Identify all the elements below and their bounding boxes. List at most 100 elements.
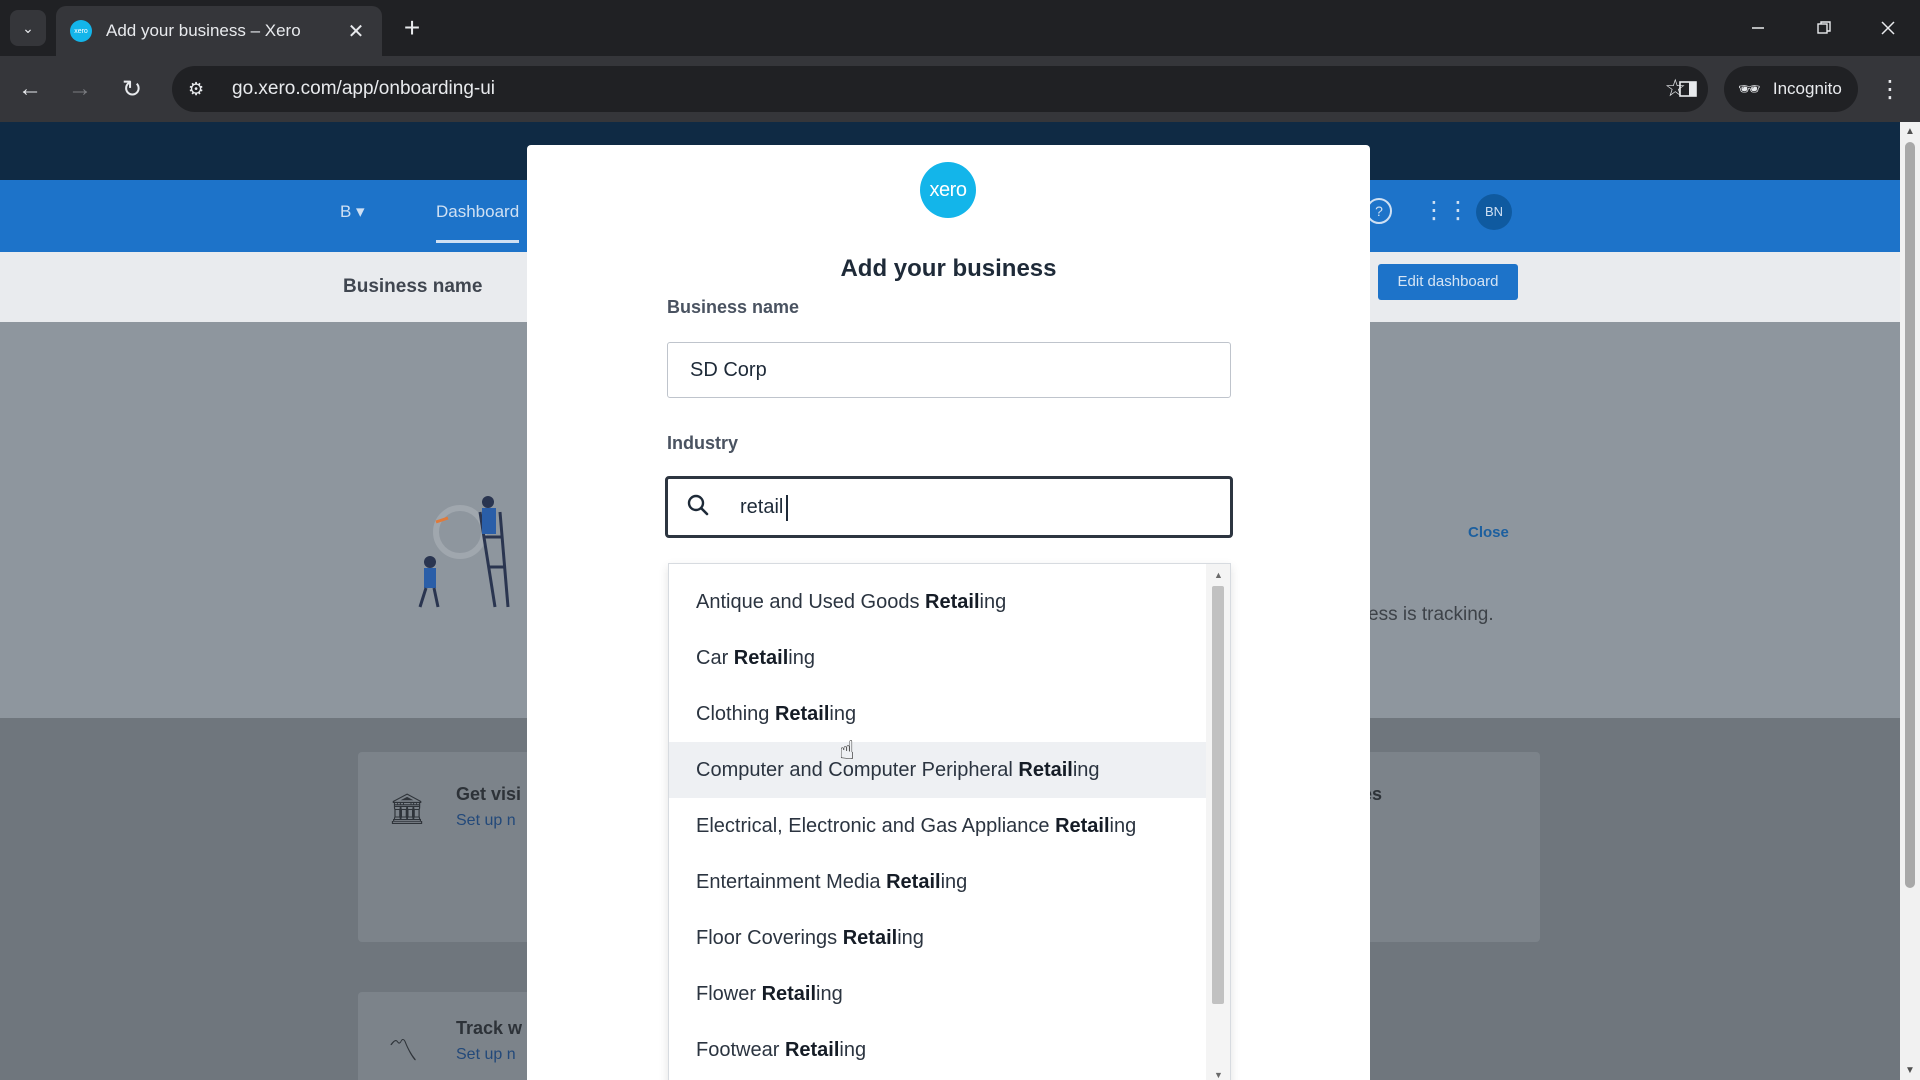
industry-search-field[interactable] [665,476,1233,538]
minimize-window-icon[interactable] [1736,8,1780,48]
more-vertical-icon: ⋮ [1878,75,1902,103]
industry-option-match: Retail [761,982,817,1005]
banner-text: ess is tracking. [1368,604,1494,625]
url-text: go.xero.com/app/onboarding-ui [232,78,496,99]
dropdown-scroll-down-icon[interactable]: ▼ [1214,1070,1223,1080]
industry-option[interactable]: Antique and Used Goods Retail ing [669,574,1207,630]
business-name-heading: Business name [343,276,483,297]
xero-favicon-icon: xero [70,20,92,42]
search-icon [668,494,728,521]
track-card-title: Track w [456,1018,523,1038]
industry-option-suffix: ing [839,1038,867,1061]
mouse-pointer-hand-icon: ☝ [839,735,855,765]
org-switcher[interactable]: B ▾ [340,202,365,222]
industry-option-suffix: ing [1109,814,1137,837]
address-bar[interactable]: ⚙ go.xero.com/app/onboarding-ui ☆ [172,66,1708,112]
scroll-down-icon[interactable]: ▼ [1905,1065,1915,1076]
industry-option-prefix: Electrical, Electronic and Gas Appliance [696,814,1056,837]
page-scrollbar[interactable]: ▲ ▼ [1900,122,1920,1080]
industry-option-match: Retail [774,702,830,725]
industry-option[interactable]: Flower Retail ing [669,966,1207,1022]
industry-search-input[interactable] [728,479,1230,535]
browser-tab-active[interactable]: xero Add your business – Xero ✕ [56,6,382,56]
arrow-right-icon: → [68,75,92,102]
industry-option-prefix: Entertainment Media [696,870,887,893]
industry-option-prefix: Footwear [696,1038,785,1061]
industry-option[interactable]: Car Retail ing [669,630,1207,686]
bank-card-title: Get visi [456,784,522,804]
industry-option-suffix: ing [1072,758,1100,781]
industry-option-match: Retail [842,926,898,949]
industry-option-prefix: Flower [696,982,762,1005]
close-window-icon[interactable] [1866,8,1910,48]
side-panel-icon [1679,81,1697,97]
incognito-label: Incognito [1772,79,1842,98]
page-viewport: B ▾ Dashboard ? ⋮⋮⋮ BN Business name Edi… [0,122,1920,1080]
bank-icon: 🏛 [388,793,427,826]
page-scrollbar-thumb[interactable] [1905,142,1915,888]
new-tab-button[interactable]: + [396,12,428,44]
browser-tab-bar: ⌄ xero Add your business – Xero ✕ + [0,0,1920,56]
back-button[interactable]: ← [10,69,50,109]
industry-option-suffix: ing [788,646,815,669]
dropdown-scrollbar-thumb[interactable] [1212,586,1224,1004]
site-info-icon[interactable]: ⚙ [188,79,218,100]
industry-option-prefix: Clothing [696,702,775,725]
browser-toolbar: ← → ↻ ⚙ go.xero.com/app/onboarding-ui ☆ … [0,56,1920,122]
business-name-label: Business name [667,297,800,317]
tab-search-button[interactable]: ⌄ [10,10,46,46]
business-name-input[interactable] [667,342,1231,398]
bank-card-link[interactable]: Set up n [456,812,516,830]
track-card-link[interactable]: Set up n [456,1046,516,1064]
edit-dashboard-button[interactable]: Edit dashboard [1378,264,1518,300]
industry-option-match: Retail [733,646,789,669]
industry-option-match: Retail [925,590,980,613]
industry-dropdown-list[interactable]: Antique and Used Goods Retail ing Car Reta… [668,563,1231,1080]
add-business-modal: xero Add your business Business name Ind… [527,145,1370,1080]
reload-button[interactable]: ↻ [112,69,152,109]
industry-option-suffix: ing [979,590,1007,613]
nav-dashboard[interactable]: Dashboard [436,202,520,243]
industry-option[interactable]: Computer and Computer Peripheral Retail i… [669,742,1207,798]
invoices-card: es [1350,752,1540,942]
industry-option-prefix: Antique and Used Goods [696,590,926,613]
tab-close-icon[interactable]: ✕ [344,19,368,44]
tab-title: Add your business – Xero [106,21,301,40]
browser-menu-button[interactable]: ⋮ [1872,69,1908,109]
side-panel-button[interactable] [1668,69,1708,109]
reload-icon: ↻ [121,75,143,103]
industry-option-prefix: Computer and Computer Peripheral [696,758,1019,781]
industry-option-match: Retail [1055,814,1110,837]
industry-option[interactable]: Clothing Retail ing [669,686,1207,742]
text-caret [786,495,788,521]
incognito-icon: 🕶 [1738,78,1761,99]
industry-option-prefix: Floor Coverings [696,926,843,949]
chevron-down-icon: ⌄ [22,19,34,36]
modal-title: Add your business [840,255,1057,282]
dropdown-scrollbar[interactable]: ▲ ▼ [1206,564,1230,1080]
banner-close-link[interactable]: Close [1468,524,1509,541]
arrow-left-icon: ← [18,75,42,102]
industry-option-suffix: ing [829,702,857,725]
scroll-up-icon[interactable]: ▲ [1905,126,1915,137]
illustration-icon [418,496,510,608]
trend-chart-icon: 〽 [388,1035,418,1068]
forward-button[interactable]: → [60,69,100,109]
industry-option[interactable]: Entertainment Media Retail ing [669,854,1207,910]
industry-option-prefix: Car [696,646,734,669]
dropdown-scroll-up-icon[interactable]: ▲ [1214,570,1223,580]
industry-option-suffix: ing [816,982,843,1005]
xero-logo: xero [920,162,976,218]
industry-option[interactable]: Electrical, Electronic and Gas Appliance… [669,798,1207,854]
industry-option[interactable]: Floor Coverings Retail ing [669,910,1207,966]
industry-option-suffix: ing [897,926,924,949]
avatar[interactable]: BN [1476,194,1512,230]
industry-label: Industry [667,433,739,453]
industry-option-match: Retail [784,1038,840,1061]
industry-option-match: Retail [886,870,941,893]
incognito-indicator[interactable]: 🕶 Incognito [1724,66,1858,112]
industry-option-match: Retail [1018,758,1073,781]
restore-window-icon[interactable] [1802,8,1846,48]
industry-option[interactable]: Footwear Retail ing [669,1022,1207,1078]
industry-option-suffix: ing [940,870,968,893]
